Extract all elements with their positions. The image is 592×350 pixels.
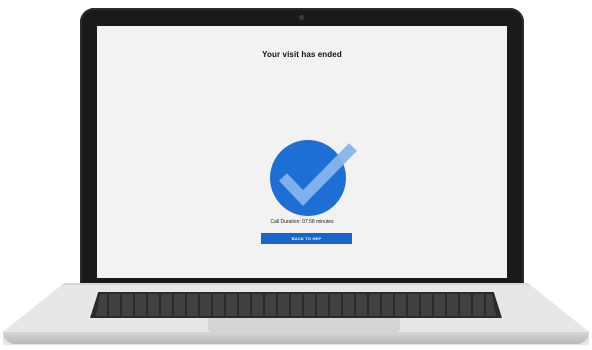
checkmark-circle-icon	[270, 140, 357, 216]
laptop-screen: Your visit has ended Call Duration: 07:5…	[97, 26, 507, 278]
laptop-mockup: Your visit has ended Call Duration: 07:5…	[0, 0, 592, 350]
camera-icon	[299, 15, 304, 20]
laptop-bezel: Your visit has ended Call Duration: 07:5…	[80, 8, 524, 292]
back-to-hep-button[interactable]: BACK TO HEP	[261, 233, 352, 244]
call-duration-text: Call Duration: 07:58 minutes	[270, 219, 334, 225]
laptop-base-front	[3, 332, 589, 344]
trackpad	[208, 318, 400, 332]
check-circle	[270, 140, 346, 216]
keyboard-keys	[96, 294, 496, 316]
page-title: Your visit has ended	[262, 50, 342, 59]
